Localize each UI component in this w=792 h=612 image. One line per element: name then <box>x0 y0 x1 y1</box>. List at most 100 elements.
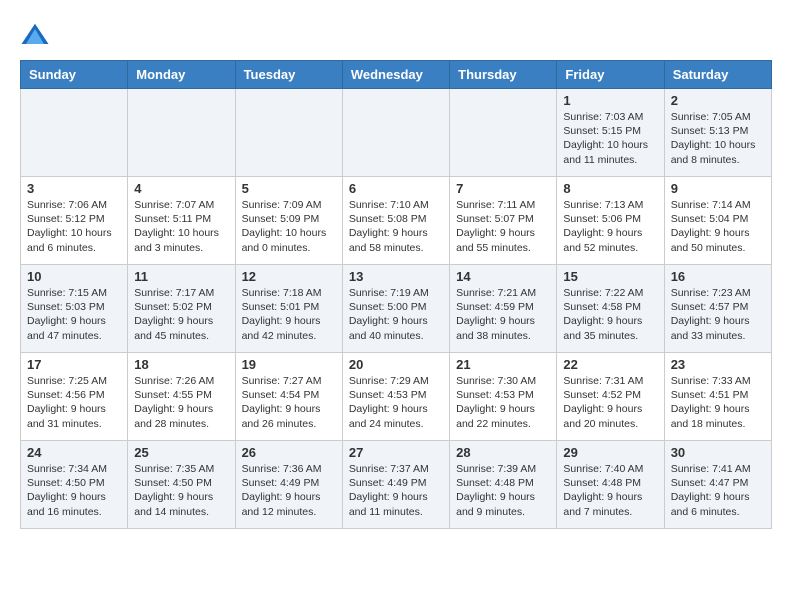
weekday-header-wednesday: Wednesday <box>342 61 449 89</box>
day-cell: 27 Sunrise: 7:37 AM Sunset: 4:49 PM Dayli… <box>342 441 449 529</box>
day-info: Sunrise: 7:34 AM Sunset: 4:50 PM Dayligh… <box>27 462 121 519</box>
day-info: Sunrise: 7:15 AM Sunset: 5:03 PM Dayligh… <box>27 286 121 343</box>
day-number: 26 <box>242 445 336 460</box>
weekday-header-row: SundayMondayTuesdayWednesdayThursdayFrid… <box>21 61 772 89</box>
day-cell: 15 Sunrise: 7:22 AM Sunset: 4:58 PM Dayli… <box>557 265 664 353</box>
weekday-header-sunday: Sunday <box>21 61 128 89</box>
day-cell: 20 Sunrise: 7:29 AM Sunset: 4:53 PM Dayli… <box>342 353 449 441</box>
day-cell: 10Sunrise: 7:15 AM Sunset: 5:03 PM Dayli… <box>21 265 128 353</box>
day-number: 21 <box>456 357 550 372</box>
day-info: Sunrise: 7:33 AM Sunset: 4:51 PM Dayligh… <box>671 374 765 431</box>
day-info: Sunrise: 7:03 AM Sunset: 5:15 PM Dayligh… <box>563 110 657 167</box>
day-info: Sunrise: 7:18 AM Sunset: 5:01 PM Dayligh… <box>242 286 336 343</box>
logo-icon <box>20 20 50 50</box>
day-number: 20 <box>349 357 443 372</box>
day-cell: 3 Sunrise: 7:06 AM Sunset: 5:12 PM Daylig… <box>21 177 128 265</box>
day-number: 3 <box>27 181 121 196</box>
day-cell <box>235 89 342 177</box>
day-info: Sunrise: 7:13 AM Sunset: 5:06 PM Dayligh… <box>563 198 657 255</box>
weekday-header-tuesday: Tuesday <box>235 61 342 89</box>
logo <box>20 20 54 50</box>
day-number: 23 <box>671 357 765 372</box>
day-cell <box>342 89 449 177</box>
weekday-header-monday: Monday <box>128 61 235 89</box>
day-info: Sunrise: 7:19 AM Sunset: 5:00 PM Dayligh… <box>349 286 443 343</box>
day-cell: 11 Sunrise: 7:17 AM Sunset: 5:02 PM Dayli… <box>128 265 235 353</box>
day-cell: 12 Sunrise: 7:18 AM Sunset: 5:01 PM Dayli… <box>235 265 342 353</box>
day-cell: 26 Sunrise: 7:36 AM Sunset: 4:49 PM Dayli… <box>235 441 342 529</box>
day-number: 16 <box>671 269 765 284</box>
day-info: Sunrise: 7:11 AM Sunset: 5:07 PM Dayligh… <box>456 198 550 255</box>
day-info: Sunrise: 7:22 AM Sunset: 4:58 PM Dayligh… <box>563 286 657 343</box>
day-cell: 28 Sunrise: 7:39 AM Sunset: 4:48 PM Dayli… <box>450 441 557 529</box>
day-cell: 19 Sunrise: 7:27 AM Sunset: 4:54 PM Dayli… <box>235 353 342 441</box>
day-info: Sunrise: 7:36 AM Sunset: 4:49 PM Dayligh… <box>242 462 336 519</box>
day-info: Sunrise: 7:25 AM Sunset: 4:56 PM Dayligh… <box>27 374 121 431</box>
day-info: Sunrise: 7:23 AM Sunset: 4:57 PM Dayligh… <box>671 286 765 343</box>
day-number: 18 <box>134 357 228 372</box>
day-number: 29 <box>563 445 657 460</box>
day-info: Sunrise: 7:41 AM Sunset: 4:47 PM Dayligh… <box>671 462 765 519</box>
day-info: Sunrise: 7:10 AM Sunset: 5:08 PM Dayligh… <box>349 198 443 255</box>
day-number: 15 <box>563 269 657 284</box>
day-number: 24 <box>27 445 121 460</box>
day-info: Sunrise: 7:27 AM Sunset: 4:54 PM Dayligh… <box>242 374 336 431</box>
week-row-2: 3 Sunrise: 7:06 AM Sunset: 5:12 PM Daylig… <box>21 177 772 265</box>
day-cell: 14 Sunrise: 7:21 AM Sunset: 4:59 PM Dayli… <box>450 265 557 353</box>
day-number: 19 <box>242 357 336 372</box>
day-cell: 18 Sunrise: 7:26 AM Sunset: 4:55 PM Dayli… <box>128 353 235 441</box>
day-cell: 5Sunrise: 7:09 AM Sunset: 5:09 PM Daylig… <box>235 177 342 265</box>
day-number: 25 <box>134 445 228 460</box>
day-info: Sunrise: 7:14 AM Sunset: 5:04 PM Dayligh… <box>671 198 765 255</box>
day-info: Sunrise: 7:35 AM Sunset: 4:50 PM Dayligh… <box>134 462 228 519</box>
week-row-3: 10Sunrise: 7:15 AM Sunset: 5:03 PM Dayli… <box>21 265 772 353</box>
day-info: Sunrise: 7:05 AM Sunset: 5:13 PM Dayligh… <box>671 110 765 167</box>
day-number: 5 <box>242 181 336 196</box>
day-number: 8 <box>563 181 657 196</box>
day-cell <box>450 89 557 177</box>
day-number: 14 <box>456 269 550 284</box>
day-cell: 4 Sunrise: 7:07 AM Sunset: 5:11 PM Daylig… <box>128 177 235 265</box>
calendar-table: SundayMondayTuesdayWednesdayThursdayFrid… <box>20 60 772 529</box>
day-info: Sunrise: 7:29 AM Sunset: 4:53 PM Dayligh… <box>349 374 443 431</box>
day-info: Sunrise: 7:39 AM Sunset: 4:48 PM Dayligh… <box>456 462 550 519</box>
day-number: 4 <box>134 181 228 196</box>
day-number: 11 <box>134 269 228 284</box>
day-info: Sunrise: 7:30 AM Sunset: 4:53 PM Dayligh… <box>456 374 550 431</box>
day-info: Sunrise: 7:06 AM Sunset: 5:12 PM Dayligh… <box>27 198 121 255</box>
day-cell: 2Sunrise: 7:05 AM Sunset: 5:13 PM Daylig… <box>664 89 771 177</box>
day-cell <box>128 89 235 177</box>
day-cell: 22 Sunrise: 7:31 AM Sunset: 4:52 PM Dayli… <box>557 353 664 441</box>
weekday-header-thursday: Thursday <box>450 61 557 89</box>
day-cell: 25 Sunrise: 7:35 AM Sunset: 4:50 PM Dayli… <box>128 441 235 529</box>
day-cell: 29 Sunrise: 7:40 AM Sunset: 4:48 PM Dayli… <box>557 441 664 529</box>
day-info: Sunrise: 7:21 AM Sunset: 4:59 PM Dayligh… <box>456 286 550 343</box>
day-info: Sunrise: 7:37 AM Sunset: 4:49 PM Dayligh… <box>349 462 443 519</box>
day-number: 12 <box>242 269 336 284</box>
day-cell: 16 Sunrise: 7:23 AM Sunset: 4:57 PM Dayli… <box>664 265 771 353</box>
day-cell: 13 Sunrise: 7:19 AM Sunset: 5:00 PM Dayli… <box>342 265 449 353</box>
day-cell: 30 Sunrise: 7:41 AM Sunset: 4:47 PM Dayli… <box>664 441 771 529</box>
week-row-1: 1Sunrise: 7:03 AM Sunset: 5:15 PM Daylig… <box>21 89 772 177</box>
day-info: Sunrise: 7:07 AM Sunset: 5:11 PM Dayligh… <box>134 198 228 255</box>
day-info: Sunrise: 7:17 AM Sunset: 5:02 PM Dayligh… <box>134 286 228 343</box>
day-cell: 6 Sunrise: 7:10 AM Sunset: 5:08 PM Daylig… <box>342 177 449 265</box>
day-info: Sunrise: 7:26 AM Sunset: 4:55 PM Dayligh… <box>134 374 228 431</box>
weekday-header-friday: Friday <box>557 61 664 89</box>
day-number: 13 <box>349 269 443 284</box>
day-number: 28 <box>456 445 550 460</box>
day-number: 27 <box>349 445 443 460</box>
day-number: 9 <box>671 181 765 196</box>
day-info: Sunrise: 7:40 AM Sunset: 4:48 PM Dayligh… <box>563 462 657 519</box>
day-info: Sunrise: 7:31 AM Sunset: 4:52 PM Dayligh… <box>563 374 657 431</box>
day-number: 22 <box>563 357 657 372</box>
page-header <box>20 20 772 50</box>
week-row-5: 24 Sunrise: 7:34 AM Sunset: 4:50 PM Dayli… <box>21 441 772 529</box>
day-cell: 9 Sunrise: 7:14 AM Sunset: 5:04 PM Daylig… <box>664 177 771 265</box>
day-cell: 7Sunrise: 7:11 AM Sunset: 5:07 PM Daylig… <box>450 177 557 265</box>
day-cell: 8 Sunrise: 7:13 AM Sunset: 5:06 PM Daylig… <box>557 177 664 265</box>
day-number: 30 <box>671 445 765 460</box>
day-cell: 21 Sunrise: 7:30 AM Sunset: 4:53 PM Dayli… <box>450 353 557 441</box>
day-number: 6 <box>349 181 443 196</box>
weekday-header-saturday: Saturday <box>664 61 771 89</box>
